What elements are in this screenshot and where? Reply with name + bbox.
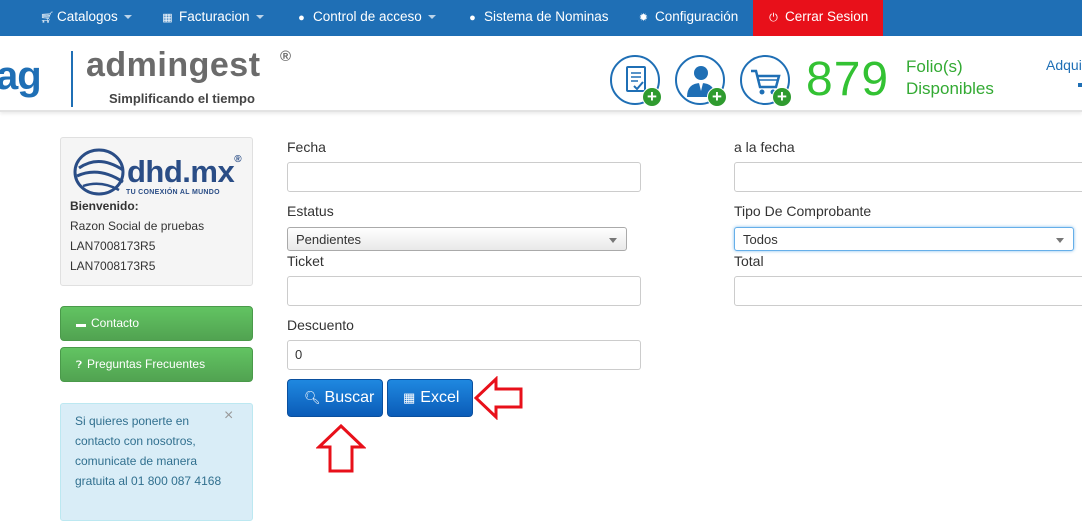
power-icon: ⏻ bbox=[769, 12, 778, 24]
rfc-line-1: LAN7008173R5 bbox=[70, 239, 156, 253]
folio-label-line1: Folio(s) bbox=[906, 57, 963, 76]
estatus-selected: Pendientes bbox=[296, 232, 362, 247]
globe-logo-icon bbox=[73, 148, 125, 196]
contact-info-text: Si quieres ponerte en contacto con nosot… bbox=[75, 414, 222, 488]
user-icon: ● bbox=[469, 12, 476, 24]
fecha-label: Fecha bbox=[287, 139, 326, 155]
logo-registered: ® bbox=[280, 48, 292, 65]
nav-catalogos-label: Catalogos bbox=[57, 9, 118, 24]
tipo-selected: Todos bbox=[743, 232, 778, 247]
buscar-label: Buscar bbox=[324, 389, 375, 406]
adquirir-bullet bbox=[1078, 83, 1082, 87]
contacto-button[interactable]: ▬ Contacto bbox=[60, 306, 253, 341]
grid-icon: ▦ bbox=[403, 390, 416, 405]
preguntas-label: Preguntas Frecuentes bbox=[87, 357, 206, 371]
header: ag admingest ® Simplificando el tiempo +… bbox=[0, 36, 1082, 112]
tipo-comprobante-select[interactable]: Todos bbox=[734, 227, 1074, 251]
profile-panel: dhd.mx® TU CONEXIÓN AL MUNDO Bienvenido:… bbox=[60, 137, 253, 286]
plus-icon: + bbox=[772, 87, 792, 107]
chevron-down-icon bbox=[427, 15, 436, 20]
arrow-left-annotation-icon bbox=[474, 376, 523, 420]
contacto-label: Contacto bbox=[91, 316, 140, 330]
folio-label: Folio(s) Disponibles bbox=[906, 56, 994, 100]
nav-sistema-de-nominas[interactable]: ● Sistema de Nominas bbox=[467, 0, 609, 36]
total-input[interactable] bbox=[734, 276, 1082, 306]
logo-tagline: Simplificando el tiempo bbox=[109, 91, 255, 106]
search-icon: 🔍︎ bbox=[304, 390, 321, 405]
tipo-comprobante-label: Tipo De Comprobante bbox=[734, 203, 872, 219]
arrow-up-annotation-icon bbox=[316, 424, 366, 473]
comment-icon: ▬ bbox=[76, 319, 86, 330]
preguntas-frecuentes-button[interactable]: ❓︎ Preguntas Frecuentes bbox=[60, 347, 253, 382]
logout-button[interactable]: ⏻ Cerrar Sesion bbox=[753, 0, 884, 36]
ticket-label: Ticket bbox=[287, 253, 324, 269]
folio-label-line2: Disponibles bbox=[906, 79, 994, 98]
chevron-down-icon bbox=[123, 15, 132, 20]
total-label: Total bbox=[734, 253, 764, 269]
gear-icon: ✹ bbox=[638, 12, 649, 24]
buscar-button[interactable]: 🔍︎ Buscar bbox=[287, 379, 383, 417]
nav-facturacion[interactable]: ▦ Facturacion bbox=[162, 0, 264, 36]
estatus-select[interactable]: Pendientes bbox=[287, 227, 627, 251]
razon-social: Razon Social de pruebas bbox=[70, 219, 205, 233]
folio-count: 879 bbox=[806, 53, 890, 106]
nav-control-de-acceso[interactable]: ● Control de acceso bbox=[296, 0, 436, 36]
logo-name: admingest bbox=[86, 46, 261, 84]
question-icon: ❓︎ bbox=[76, 360, 83, 371]
nav-control-label: Control de acceso bbox=[313, 9, 422, 24]
logo-short: ag bbox=[0, 54, 42, 98]
nav-catalogos[interactable]: 🛒︎ Catalogos bbox=[40, 0, 132, 36]
user-icon: ● bbox=[298, 12, 305, 24]
chevron-down-icon bbox=[255, 15, 264, 20]
cart-icon: 🛒︎ bbox=[40, 12, 54, 24]
nav-nominas-label: Sistema de Nominas bbox=[484, 9, 609, 24]
new-user-button[interactable]: + bbox=[675, 55, 727, 107]
company-slogan: TU CONEXIÓN AL MUNDO bbox=[126, 189, 220, 196]
close-icon[interactable]: × bbox=[224, 407, 233, 425]
logo-divider bbox=[71, 51, 73, 107]
a-la-fecha-input[interactable] bbox=[734, 162, 1082, 192]
buy-folios-button[interactable]: + bbox=[740, 55, 792, 107]
fecha-input[interactable] bbox=[287, 162, 641, 192]
rfc-line-2: LAN7008173R5 bbox=[70, 259, 156, 273]
excel-label: Excel bbox=[420, 389, 460, 406]
logout-label: Cerrar Sesion bbox=[785, 9, 869, 24]
chevron-down-icon bbox=[1056, 238, 1064, 243]
company-logo-text: dhd.mx® bbox=[127, 154, 242, 189]
chevron-down-icon bbox=[609, 238, 617, 243]
a-la-fecha-label: a la fecha bbox=[734, 139, 795, 155]
excel-button[interactable]: ▦ Excel bbox=[387, 379, 473, 417]
welcome-label: Bienvenido: bbox=[70, 199, 139, 213]
nav-configuracion-label: Configuración bbox=[655, 9, 739, 24]
plus-icon: + bbox=[642, 87, 662, 107]
descuento-label: Descuento bbox=[287, 317, 354, 333]
descuento-input[interactable]: 0 bbox=[287, 340, 641, 370]
company-logo: dhd.mx® TU CONEXIÓN AL MUNDO bbox=[73, 148, 248, 196]
nav-facturacion-label: Facturacion bbox=[179, 9, 250, 24]
new-invoice-button[interactable]: + bbox=[610, 55, 662, 107]
nav-configuracion[interactable]: ✹ Configuración bbox=[638, 0, 738, 36]
ticket-input[interactable] bbox=[287, 276, 641, 306]
estatus-label: Estatus bbox=[287, 203, 334, 219]
grid-icon: ▦ bbox=[162, 12, 173, 24]
plus-icon: + bbox=[707, 87, 727, 107]
top-navbar: 🛒︎ Catalogos ▦ Facturacion ● Control de acc… bbox=[0, 0, 1082, 36]
adquirir-link[interactable]: Adquirir bbox=[1046, 57, 1082, 73]
